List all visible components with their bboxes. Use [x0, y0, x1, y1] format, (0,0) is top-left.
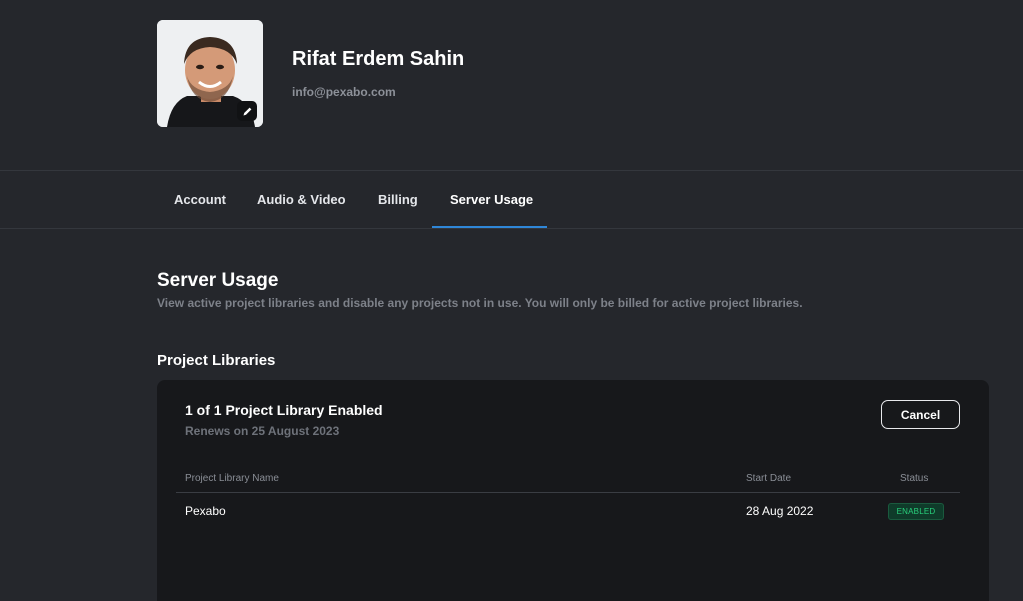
pencil-icon[interactable] — [237, 101, 257, 121]
status-badge: ENABLED — [888, 503, 944, 520]
card-title: 1 of 1 Project Library Enabled — [185, 402, 383, 418]
column-header-name: Project Library Name — [185, 473, 279, 484]
page-title: Server Usage — [157, 270, 279, 291]
profile-email: info@pexabo.com — [292, 85, 396, 99]
project-libraries-card: 1 of 1 Project Library Enabled Renews on… — [157, 380, 989, 601]
tab-billing[interactable]: Billing — [378, 171, 418, 229]
library-name: Pexabo — [185, 504, 226, 518]
table-header-divider — [176, 492, 960, 493]
settings-tabs: Account Audio & Video Billing Server Usa… — [0, 170, 1023, 229]
page-description: View active project libraries and disabl… — [157, 296, 803, 310]
renewal-date: Renews on 25 August 2023 — [185, 424, 340, 438]
section-subtitle: Project Libraries — [157, 352, 276, 369]
profile-header: Rifat Erdem Sahin info@pexabo.com — [0, 0, 1023, 170]
profile-name: Rifat Erdem Sahin — [292, 48, 465, 70]
tab-audio-video[interactable]: Audio & Video — [257, 171, 346, 229]
active-tab-indicator — [432, 226, 547, 228]
settings-page: Rifat Erdem Sahin info@pexabo.com Accoun… — [0, 0, 1023, 601]
cancel-button[interactable]: Cancel — [881, 400, 960, 429]
column-header-start-date: Start Date — [746, 473, 792, 484]
start-date: 28 Aug 2022 — [746, 504, 814, 518]
avatar[interactable] — [157, 20, 263, 127]
tab-server-usage[interactable]: Server Usage — [450, 171, 533, 229]
tab-account[interactable]: Account — [174, 171, 226, 229]
column-header-status: Status — [900, 473, 929, 484]
